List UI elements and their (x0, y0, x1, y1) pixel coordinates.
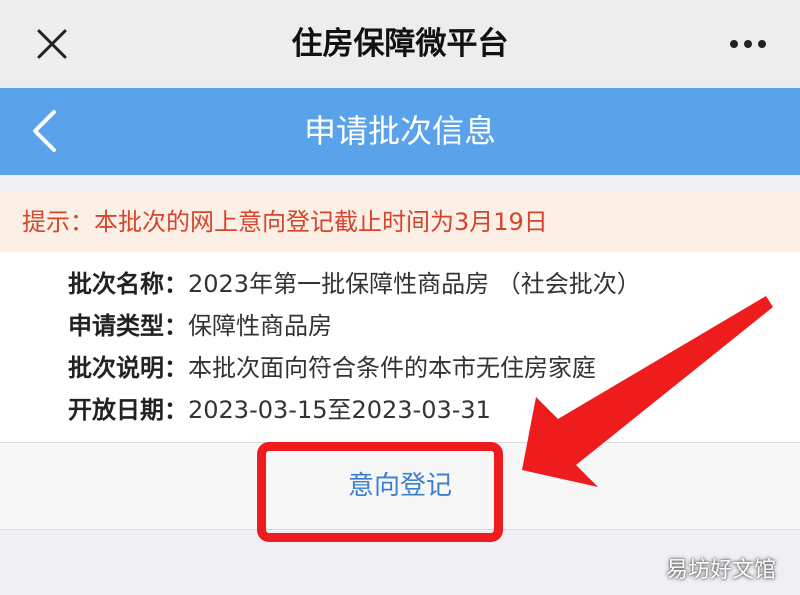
batch-description-value: 本批次面向符合条件的本市无住房家庭 (188, 354, 596, 382)
back-button[interactable] (20, 106, 70, 156)
application-type-value: 保障性商品房 (188, 312, 332, 340)
batch-info-panel: 批次名称：2023年第一批保障性商品房 （社会批次） 申请类型：保障性商品房 批… (0, 252, 800, 443)
batch-description-row: 批次说明：本批次面向符合条件的本市无住房家庭 (68, 348, 596, 388)
page-title: 申请批次信息 (303, 112, 496, 150)
close-icon (37, 29, 67, 59)
close-button[interactable] (30, 22, 74, 66)
app-title: 住房保障微平台 (291, 26, 509, 62)
more-icon (730, 40, 766, 48)
page-header: 申请批次信息 (0, 88, 800, 175)
window-title-bar: 住房保障微平台 (0, 0, 800, 88)
batch-name-label: 批次名称： (68, 270, 188, 298)
open-date-label: 开放日期： (68, 396, 188, 424)
deadline-notice: 提示：本批次的网上意向登记截止时间为3月19日 (0, 192, 800, 252)
open-date-row: 开放日期：2023-03-15至2023-03-31 (68, 390, 491, 430)
batch-description-label: 批次说明： (68, 354, 188, 382)
more-button[interactable] (720, 26, 776, 62)
open-date-value: 2023-03-15至2023-03-31 (188, 396, 491, 424)
watermark: 易坊好文馆 (665, 558, 776, 583)
chevron-left-icon (33, 110, 56, 152)
application-type-row: 申请类型：保障性商品房 (68, 306, 332, 346)
batch-name-value: 2023年第一批保障性商品房 （社会批次） (188, 270, 641, 298)
batch-name-row: 批次名称：2023年第一批保障性商品房 （社会批次） (68, 264, 641, 304)
application-type-label: 申请类型： (68, 312, 188, 340)
highlight-box (257, 442, 503, 542)
